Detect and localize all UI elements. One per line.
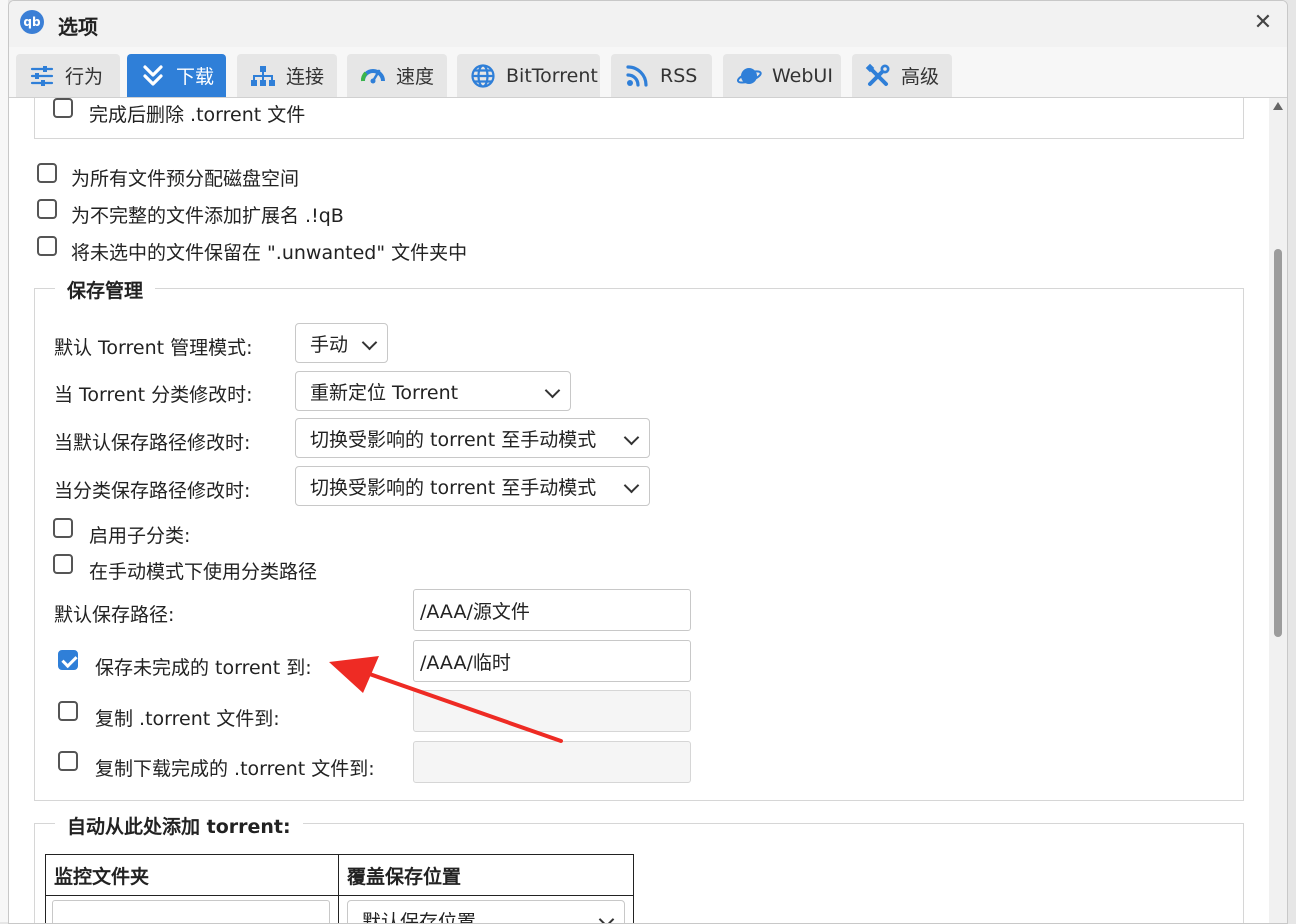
tab-behavior[interactable]: 行为 [16,54,120,97]
background-window-edge [0,0,8,922]
tab-label: BitTorrent [506,64,598,87]
tab-rss[interactable]: RSS [611,54,712,97]
column-header-override: 覆盖保存位置 [338,854,634,896]
vertical-scrollbar[interactable] [1269,98,1287,923]
temp-path-label: 保存未完成的 torrent 到: [95,657,312,679]
tab-label: 高级 [901,66,940,88]
override-select[interactable]: 默认保存位置 [347,900,625,923]
annotation-arrow [329,656,563,743]
tab-label: RSS [660,64,698,87]
append-extension-checkbox[interactable] [37,199,57,219]
planet-icon [736,63,762,89]
subcategories-label: 启用子分类: [89,525,191,547]
downloads-panel: 完成后删除 .torrent 文件 为所有文件预分配磁盘空间 为不完整的文件添加… [9,98,1269,923]
column-header-folder: 监控文件夹 [45,854,339,896]
tab-advanced[interactable]: 高级 [852,54,952,97]
tab-speed[interactable]: 速度 [347,54,447,97]
close-icon[interactable]: ✕ [1251,11,1275,35]
watch-folder-cell [45,895,339,923]
category-changed-label: 当 Torrent 分类修改时: [54,384,253,406]
default-path-changed-value: 切换受影响的 torrent 至手动模式 [310,428,597,451]
tab-label: 速度 [396,66,435,88]
default-path-changed-select[interactable]: 切换受影响的 torrent 至手动模式 [295,418,650,458]
category-paths-manual-checkbox[interactable] [53,554,73,574]
tab-label: 下载 [176,66,215,88]
tab-bar: 行为 下载 连接 速度 BitTorrent RSS WebUI 高级 [9,47,1287,98]
scroll-thumb[interactable] [1274,249,1282,637]
delete-torrent-label: 完成后删除 .torrent 文件 [89,104,306,126]
default-mode-label: 默认 Torrent 管理模式: [54,337,253,359]
keep-unwanted-checkbox[interactable] [37,236,57,256]
save-management-legend: 保存管理 [55,276,156,303]
copy-finished-checkbox[interactable] [58,751,78,771]
category-path-changed-select[interactable]: 切换受影响的 torrent 至手动模式 [295,466,650,506]
tab-downloads[interactable]: 下载 [127,54,226,97]
default-mode-select[interactable]: 手动 [295,323,388,363]
download-chevrons-icon [140,63,166,89]
tab-label: 行为 [65,66,104,88]
chevron-down-icon [623,477,640,494]
tab-label: 连接 [286,66,325,88]
options-dialog: qb 选项 ✕ 行为 下载 连接 速度 BitTorrent RSS WebUI… [8,0,1288,924]
category-changed-value: 重新定位 Torrent [310,381,459,404]
tab-bittorrent[interactable]: BitTorrent [457,54,600,97]
sliders-icon [29,63,55,89]
copy-torrent-checkbox[interactable] [58,701,78,721]
keep-unwanted-label: 将未选中的文件保留在 ".unwanted" 文件夹中 [71,242,468,264]
subcategories-checkbox[interactable] [53,518,73,538]
delete-torrent-checkbox[interactable] [53,98,73,118]
chevron-down-icon [623,429,640,446]
default-save-path-input[interactable]: /AAA/源文件 [413,589,691,631]
auto-add-legend: 自动从此处添加 torrent: [55,812,303,839]
tab-connection[interactable]: 连接 [237,54,337,97]
title-bar: qb 选项 ✕ [9,1,1287,48]
tab-label: WebUI [772,64,833,87]
chevron-down-icon [598,911,615,923]
scroll-up-arrow-icon[interactable] [1273,102,1283,110]
tools-icon [865,63,891,89]
preallocate-checkbox[interactable] [37,163,57,183]
category-path-changed-value: 切换受影响的 torrent 至手动模式 [310,476,597,499]
speedometer-icon [360,63,386,89]
network-icon [250,63,276,89]
preallocate-label: 为所有文件预分配磁盘空间 [71,168,300,190]
copy-finished-label: 复制下载完成的 .torrent 文件到: [95,758,375,780]
watch-folders-table: 监控文件夹 覆盖保存位置 默认保存位置 [45,854,634,923]
tab-webui[interactable]: WebUI [723,54,841,97]
chevron-down-icon [361,334,378,351]
rss-icon [624,63,650,89]
globe-icon [470,63,496,89]
watch-folder-input[interactable] [52,900,330,923]
override-select-value: 默认保存位置 [362,910,477,924]
copy-torrent-label: 复制 .torrent 文件到: [95,708,280,730]
override-cell: 默认保存位置 [338,895,634,923]
temp-path-checkbox[interactable] [58,650,78,670]
category-paths-manual-label: 在手动模式下使用分类路径 [89,561,318,583]
category-path-changed-label: 当分类保存路径修改时: [54,480,251,502]
default-mode-value: 手动 [310,333,349,356]
default-save-path-label: 默认保存路径: [54,604,175,626]
app-logo-icon: qb [20,10,44,34]
append-extension-label: 为不完整的文件添加扩展名 .!qB [71,205,344,227]
category-changed-select[interactable]: 重新定位 Torrent [295,371,571,411]
default-path-changed-label: 当默认保存路径修改时: [54,432,251,454]
dialog-title: 选项 [58,15,98,39]
chevron-down-icon [544,382,561,399]
